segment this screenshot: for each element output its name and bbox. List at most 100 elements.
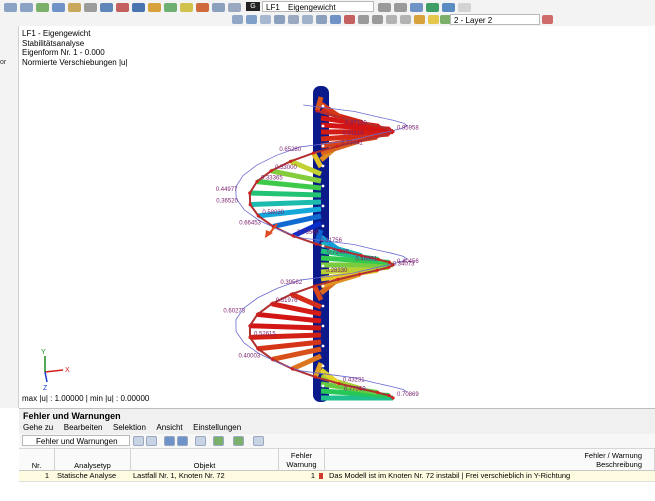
menu-einstellungen[interactable]: Einstellungen — [193, 423, 241, 432]
label-icon[interactable] — [344, 15, 355, 24]
col-nr-label: Nr. — [32, 461, 42, 470]
layer-options-icon[interactable] — [542, 15, 553, 24]
col-nr[interactable]: Nr. — [19, 449, 55, 471]
layer-select[interactable]: 2 - Layer 2 — [450, 14, 540, 25]
col-beschreibung[interactable]: Fehler / Warnung Beschreibung — [325, 449, 655, 471]
col-objekt[interactable]: Objekt — [131, 449, 279, 471]
snap-icon[interactable] — [358, 15, 369, 24]
displacement-value-label: 0.36520 — [216, 199, 238, 205]
lightbulb-icon[interactable] — [428, 15, 439, 24]
render-icon[interactable] — [260, 15, 271, 24]
loadcase-badge: G — [246, 2, 260, 11]
redo-icon[interactable] — [20, 3, 33, 12]
graphics-viewport[interactable]: LF1 - Eigengewicht Stabilitätsanalyse Ei… — [19, 26, 655, 408]
select-icon[interactable] — [36, 3, 49, 12]
displacement-value-label: 0.73441 — [341, 140, 363, 146]
column-node — [322, 385, 325, 388]
node-marker — [388, 394, 391, 397]
displacement-value-label: 0.44977 — [216, 187, 238, 193]
stair-model: 0.871200.959580.911190.734410.652800.530… — [19, 26, 655, 408]
section-icon[interactable] — [288, 15, 299, 24]
menu-selektion[interactable]: Selektion — [113, 423, 146, 432]
line-icon[interactable] — [400, 15, 411, 24]
displacement-value-label: 0.65280 — [279, 147, 301, 153]
print-icon[interactable] — [233, 436, 244, 446]
node-marker — [391, 130, 394, 133]
prev-arrow-icon[interactable] — [133, 436, 144, 446]
displacement-value-label: 0.53000 — [275, 165, 297, 171]
node-marker — [335, 145, 338, 148]
view-icon[interactable] — [68, 3, 81, 12]
displacement-value-label: 0.28330 — [326, 268, 348, 274]
select-in-model-icon[interactable] — [164, 436, 175, 446]
main-toolbar: G LF1 Eigengewicht 2 - Layer 2 — [0, 0, 655, 27]
undo-icon[interactable] — [4, 3, 17, 12]
node-marker — [289, 160, 292, 163]
report-icon[interactable] — [228, 3, 241, 12]
col-fehler-warnung-label: Fehler / Warnung — [325, 451, 642, 460]
menu-gehe-zu[interactable]: Gehe zu — [23, 423, 53, 432]
row-fehler: 1 — [281, 471, 315, 481]
displacement-value-label: 0.95958 — [397, 126, 419, 132]
node-icon[interactable] — [116, 3, 129, 12]
solid-icon[interactable] — [246, 15, 257, 24]
panel-menu: Gehe zu Bearbeiten Selektion Ansicht Ein… — [23, 422, 249, 434]
export-icon[interactable] — [213, 436, 224, 446]
calculate-icon[interactable] — [180, 3, 193, 12]
menu-bearbeiten[interactable]: Bearbeiten — [64, 423, 103, 432]
node-marker — [313, 284, 316, 287]
node-marker — [358, 273, 361, 276]
stair-step — [257, 314, 321, 321]
result-icon[interactable] — [164, 3, 177, 12]
grid-icon[interactable] — [316, 15, 327, 24]
table-view-icon[interactable] — [195, 436, 206, 446]
values-icon[interactable] — [458, 3, 471, 12]
axis-icon[interactable] — [274, 15, 285, 24]
node-marker — [270, 302, 273, 305]
guide-icon[interactable] — [386, 15, 397, 24]
prev-loadcase-icon[interactable] — [378, 3, 391, 12]
column-node — [322, 165, 325, 168]
table-icon[interactable] — [212, 3, 225, 12]
displacement-value-label: 0.72495 — [327, 250, 349, 256]
stair-step — [258, 342, 321, 349]
col-fehler-label: Fehler — [279, 451, 324, 460]
node-marker — [376, 391, 379, 394]
zoom-to-icon[interactable] — [177, 436, 188, 446]
load-icon[interactable] — [148, 3, 161, 12]
coordinate-icon[interactable] — [414, 15, 425, 24]
filter-select[interactable]: Fehler und Warnungen — [22, 435, 130, 446]
clip-icon[interactable] — [302, 15, 313, 24]
axis-triad-icon: X Y Z — [41, 349, 70, 392]
animation-icon[interactable] — [410, 3, 423, 12]
filter-icon[interactable] — [442, 3, 455, 12]
column-node — [322, 285, 325, 288]
node-marker — [248, 324, 251, 327]
deformation-icon[interactable] — [426, 3, 439, 12]
node-marker — [388, 128, 391, 131]
displacement-value-label: 0.31756 — [320, 238, 342, 244]
graph-icon[interactable] — [196, 3, 209, 12]
displacement-value-label: 0.52615 — [254, 331, 276, 337]
table-row[interactable]: 1 Statische Analyse Lastfall Nr. 1, Knot… — [19, 471, 655, 482]
col-beschreibung-label: Beschreibung — [325, 460, 642, 469]
zoom-icon[interactable] — [52, 3, 65, 12]
node-marker — [337, 382, 340, 385]
wireframe-icon[interactable] — [232, 15, 243, 24]
model-icon[interactable] — [100, 3, 113, 12]
dimension-icon[interactable] — [330, 15, 341, 24]
member-icon[interactable] — [132, 3, 145, 12]
errors-warnings-panel: Fehler und Warnungen Gehe zu Bearbeiten … — [19, 408, 655, 501]
col-analysetyp[interactable]: Analysetyp — [55, 449, 131, 471]
column-node — [322, 185, 325, 188]
node-marker — [256, 347, 259, 350]
next-arrow-icon[interactable] — [146, 436, 157, 446]
display-icon[interactable] — [84, 3, 97, 12]
loadcase-select[interactable]: LF1 Eigengewicht — [262, 1, 374, 12]
node-marker — [377, 258, 380, 261]
settings-icon[interactable] — [253, 436, 264, 446]
ortho-icon[interactable] — [372, 15, 383, 24]
col-fehler[interactable]: Fehler Warnung — [279, 449, 325, 471]
next-loadcase-icon[interactable] — [394, 3, 407, 12]
menu-ansicht[interactable]: Ansicht — [156, 423, 182, 432]
